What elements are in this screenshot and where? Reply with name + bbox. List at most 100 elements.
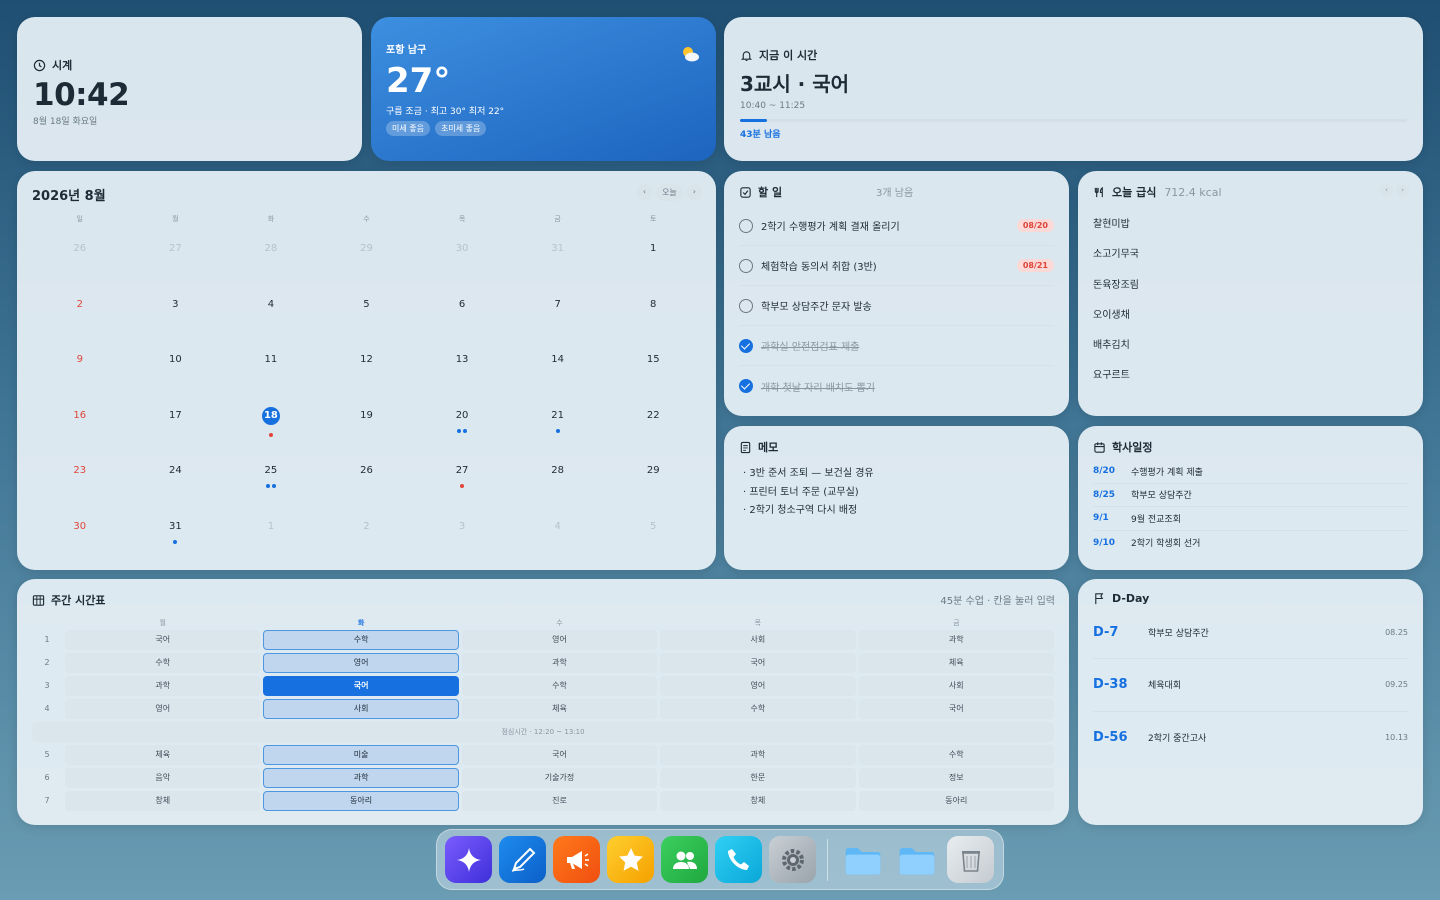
- timetable-cell[interactable]: 수학: [858, 745, 1054, 765]
- timetable-cell[interactable]: 영어: [660, 676, 856, 696]
- calendar-day[interactable]: 30: [32, 510, 128, 566]
- schedule-item[interactable]: 8/25 학부모 상담주간: [1093, 484, 1408, 508]
- weather-widget[interactable]: 포항 남구 27° 구름 조금 · 최고 30° 최저 22° 미세 좋음 초미…: [371, 17, 716, 161]
- calendar-day[interactable]: 27: [128, 232, 224, 288]
- calendar-day[interactable]: 25: [223, 454, 319, 510]
- todo-item[interactable]: 2학기 수행평가 계획 결재 올리기 08/20: [739, 206, 1054, 246]
- timetable-cell[interactable]: 창체: [65, 791, 261, 811]
- calendar-day[interactable]: 19: [319, 399, 415, 455]
- todo-checkbox[interactable]: [739, 379, 753, 393]
- calendar-day[interactable]: 2: [32, 288, 128, 344]
- dday-item[interactable]: D-56 2학기 중간고사 10.13: [1093, 712, 1408, 764]
- timetable-cell[interactable]: 국어: [263, 676, 459, 696]
- schedule-item[interactable]: 8/20 수행평가 계획 제출: [1093, 460, 1408, 484]
- timetable-cell[interactable]: 사회: [858, 676, 1054, 696]
- timetable-cell[interactable]: 동아리: [858, 791, 1054, 811]
- phone-app[interactable]: [715, 836, 762, 883]
- timetable-cell[interactable]: 국어: [858, 699, 1054, 719]
- lunch-prev-button[interactable]: ‹: [1380, 184, 1393, 197]
- timetable-cell[interactable]: 진로: [461, 791, 658, 811]
- timetable-cell[interactable]: 영어: [461, 630, 658, 650]
- calendar-day[interactable]: 26: [319, 454, 415, 510]
- calendar-day[interactable]: 1: [223, 510, 319, 566]
- timetable-cell[interactable]: 수학: [660, 699, 856, 719]
- timetable-cell[interactable]: 체육: [858, 653, 1054, 673]
- folder-app[interactable]: [839, 836, 886, 883]
- calendar-day[interactable]: 28: [223, 232, 319, 288]
- calendar-day-today[interactable]: 18: [223, 399, 319, 455]
- timetable-cell[interactable]: 영어: [263, 653, 459, 673]
- timetable-cell[interactable]: 창체: [660, 791, 856, 811]
- timetable-cell[interactable]: 체육: [461, 699, 658, 719]
- calendar-day[interactable]: 15: [605, 343, 701, 399]
- todo-item[interactable]: 과학실 안전점검표 제출: [739, 326, 1054, 366]
- trash-app[interactable]: [947, 836, 994, 883]
- memo-widget[interactable]: 메모 · 3반 준서 조퇴 — 보건실 경유 · 프린터 토너 주문 (교무실)…: [724, 426, 1069, 570]
- timetable-cell[interactable]: 국어: [461, 745, 658, 765]
- timetable-cell[interactable]: 수학: [65, 653, 261, 673]
- calendar-day[interactable]: 4: [223, 288, 319, 344]
- calendar-day[interactable]: 14: [510, 343, 606, 399]
- folder-app[interactable]: [893, 836, 940, 883]
- calendar-today-button[interactable]: 오늘: [656, 184, 683, 201]
- megaphone-app[interactable]: [553, 836, 600, 883]
- dday-item[interactable]: D-7 학부모 상담주간 08.25: [1093, 607, 1408, 660]
- timetable-cell[interactable]: 국어: [65, 630, 261, 650]
- calendar-day[interactable]: 31: [510, 232, 606, 288]
- schedule-item[interactable]: 9/1 9월 전교조회: [1093, 507, 1408, 531]
- favorites-app[interactable]: [607, 836, 654, 883]
- calendar-day[interactable]: 3: [128, 288, 224, 344]
- timetable-cell[interactable]: 국어: [660, 653, 856, 673]
- calendar-day[interactable]: 24: [128, 454, 224, 510]
- calendar-prev-button[interactable]: ‹: [636, 184, 653, 201]
- timetable-cell[interactable]: 과학: [660, 745, 856, 765]
- ai-sparkle-app[interactable]: [445, 836, 492, 883]
- calendar-day[interactable]: 4: [510, 510, 606, 566]
- todo-item[interactable]: 학부모 상담주간 문자 발송: [739, 286, 1054, 326]
- timetable-cell[interactable]: 정보: [858, 768, 1054, 788]
- timetable-cell[interactable]: 기술가정: [461, 768, 658, 788]
- timetable-cell[interactable]: 사회: [660, 630, 856, 650]
- todo-checkbox[interactable]: [739, 218, 753, 233]
- todo-checkbox[interactable]: [739, 298, 753, 313]
- timetable-cell[interactable]: 동아리: [263, 791, 459, 811]
- calendar-day[interactable]: 11: [223, 343, 319, 399]
- calendar-day[interactable]: 12: [319, 343, 415, 399]
- calendar-day[interactable]: 10: [128, 343, 224, 399]
- timetable-cell[interactable]: 과학: [461, 653, 658, 673]
- calendar-day[interactable]: 27: [414, 454, 510, 510]
- calendar-day[interactable]: 29: [319, 232, 415, 288]
- timetable-cell[interactable]: 과학: [65, 676, 261, 696]
- todo-checkbox[interactable]: [739, 258, 753, 273]
- timetable-cell[interactable]: 영어: [65, 699, 261, 719]
- calendar-day[interactable]: 20: [414, 399, 510, 455]
- calendar-next-button[interactable]: ›: [686, 184, 702, 201]
- calendar-day[interactable]: 13: [414, 343, 510, 399]
- timetable-cell[interactable]: 미술: [263, 745, 459, 765]
- calendar-day[interactable]: 5: [605, 510, 701, 566]
- settings-app[interactable]: [769, 836, 816, 883]
- pen-app[interactable]: [499, 836, 546, 883]
- calendar-day[interactable]: 9: [32, 343, 128, 399]
- schedule-item[interactable]: 9/10 2학기 학생회 선거: [1093, 531, 1408, 555]
- calendar-day[interactable]: 3: [414, 510, 510, 566]
- calendar-day[interactable]: 2: [319, 510, 415, 566]
- todo-item[interactable]: 개학 첫날 자리 배치도 뽑기: [739, 366, 1054, 406]
- calendar-day[interactable]: 28: [510, 454, 606, 510]
- timetable-cell[interactable]: 수학: [263, 630, 459, 650]
- calendar-day[interactable]: 31: [128, 510, 224, 566]
- calendar-day[interactable]: 8: [605, 288, 701, 344]
- calendar-day[interactable]: 5: [319, 288, 415, 344]
- lunch-next-button[interactable]: ›: [1396, 184, 1409, 197]
- timetable-cell[interactable]: 수학: [461, 676, 658, 696]
- timetable-cell[interactable]: 한문: [660, 768, 856, 788]
- calendar-day[interactable]: 17: [128, 399, 224, 455]
- calendar-day[interactable]: 16: [32, 399, 128, 455]
- calendar-day[interactable]: 23: [32, 454, 128, 510]
- todo-item[interactable]: 체험학습 동의서 취합 (3반) 08/21: [739, 246, 1054, 286]
- calendar-day[interactable]: 1: [605, 232, 701, 288]
- timetable-cell[interactable]: 과학: [263, 768, 459, 788]
- calendar-day[interactable]: 29: [605, 454, 701, 510]
- todo-checkbox[interactable]: [739, 338, 753, 353]
- calendar-day[interactable]: 6: [414, 288, 510, 344]
